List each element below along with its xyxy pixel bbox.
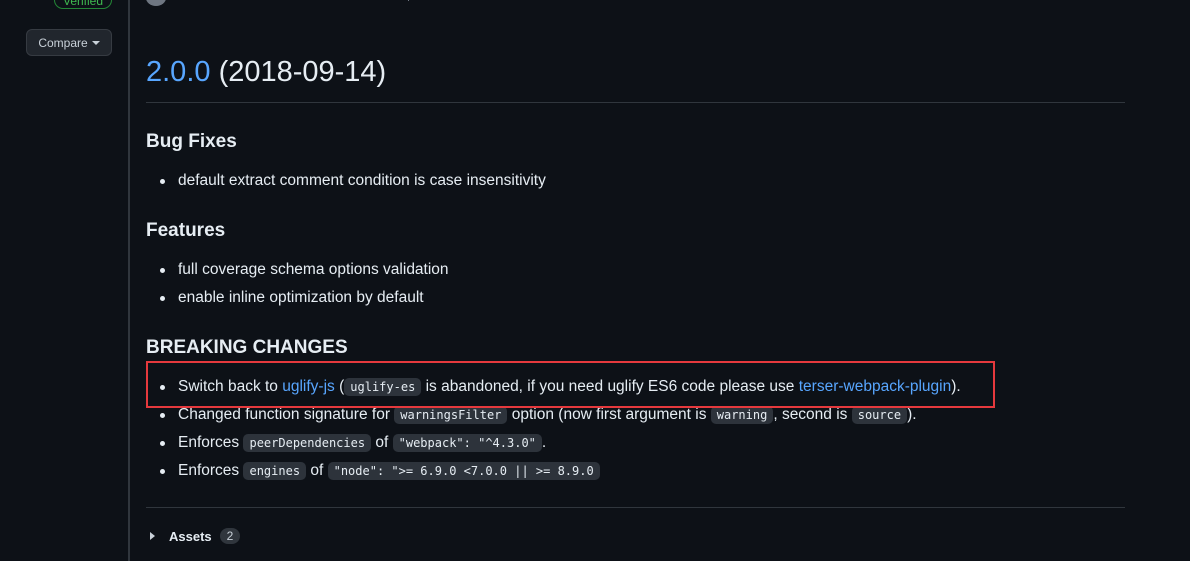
compare-label: Compare [38,35,88,50]
list-item: Enforces peerDependencies of "webpack": … [146,429,961,457]
text: option (now first argument is [507,406,711,423]
text: , second is [773,406,852,423]
assets-divider [146,507,1125,508]
uglify-js-link[interactable]: uglify-js [282,378,335,395]
text: ). [951,378,961,395]
bug-fixes-list: default extract comment condition is cas… [146,167,546,195]
chevron-right-icon [150,532,155,540]
list-item: Enforces engines of "node": ">= 6.9.0 <7… [146,457,961,485]
terser-webpack-plugin-link[interactable]: terser-webpack-plugin [799,378,952,395]
text: of [371,434,393,451]
list-item: Switch back to uglify-js (uglify-es is a… [146,373,961,401]
page-title: 2.0.0 (2018-09-14) [146,56,386,89]
text: Enforces [178,434,244,451]
list-item: default extract comment condition is cas… [146,167,546,195]
breaking-changes-list: Switch back to uglify-js (uglify-es is a… [146,373,961,485]
list-item: Changed function signature for warningsF… [146,401,961,429]
text: ( [334,378,345,395]
caret-down-icon [91,40,100,45]
verified-badge: Verified [54,0,113,9]
divider [408,0,409,1]
features-list: full coverage schema options validation … [146,256,449,312]
title-divider [146,102,1125,103]
text: of [306,462,328,479]
bug-fixes-heading: Bug Fixes [146,131,237,152]
assets-toggle[interactable]: Assets 2 [150,526,241,546]
list-item: enable inline optimization by default [146,284,449,312]
text: . [541,434,547,451]
release-version-link[interactable]: 2.0.0 [146,56,211,88]
text: is abandoned, if you need uglify ES6 cod… [421,378,799,395]
release-body: 2.0.0 (2018-09-14) Bug Fixes default ext… [146,0,1126,561]
compare-button[interactable]: Compare [26,29,112,56]
code-warning: warning [710,406,774,424]
code-warnings-filter: warningsFilter [394,406,508,424]
text: Enforces [178,462,244,479]
text: ). [907,406,917,423]
text: Changed function signature for [178,406,395,423]
assets-label: Assets [169,528,212,544]
avatar[interactable] [146,0,166,6]
code-uglify-es: uglify-es [344,378,422,396]
features-heading: Features [146,220,226,241]
code-webpack-version: "webpack": "^4.3.0" [392,434,542,452]
breaking-changes-heading: BREAKING CHANGES [146,337,348,358]
timeline-divider [128,0,130,561]
code-node-version: "node": ">= 6.9.0 <7.0.0 || >= 8.9.0 [327,462,600,480]
list-item: full coverage schema options validation [146,256,449,284]
left-column: Verified Compare [0,0,129,561]
code-peer-dependencies: peerDependencies [243,434,372,452]
release-date: (2018-09-14) [218,56,387,88]
text: Switch back to [178,378,283,395]
code-source: source [851,406,908,424]
code-engines: engines [243,462,307,480]
assets-count-badge: 2 [219,528,241,544]
